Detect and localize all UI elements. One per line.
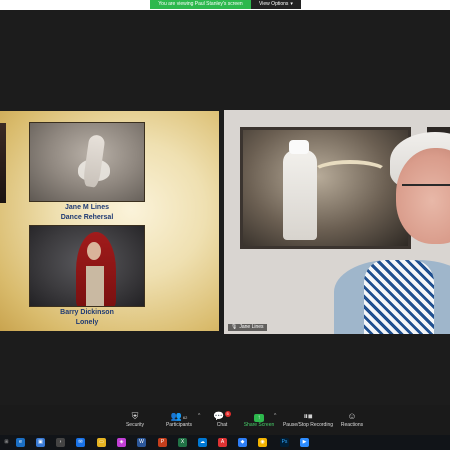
participants-count: 62	[182, 415, 188, 420]
participant-video[interactable]: 🎙 Jane Lines	[224, 110, 450, 334]
app-icon[interactable]: ›	[56, 438, 65, 447]
onedrive-icon[interactable]: ☁	[198, 438, 207, 447]
participants-button[interactable]: 👥62 Participants	[162, 411, 196, 429]
powerpoint-icon[interactable]: P	[158, 438, 167, 447]
participants-label: Participants	[165, 422, 193, 428]
pause-stop-icon: ⏸⏹	[303, 411, 313, 421]
participant-name: Jane Lines	[239, 324, 264, 330]
shared-slide: Jane M Lines Dance Rehersal Barry Dickin…	[0, 111, 219, 331]
dough-strand	[311, 160, 389, 186]
photo-author: Jane M Lines	[65, 204, 109, 211]
reactions-button[interactable]: ☺ Reactions	[340, 411, 364, 429]
screen-share-banner: You are viewing Paul Stanley's screen	[150, 0, 251, 9]
photo-title: Dance Rehersal	[60, 214, 114, 221]
figure-face	[87, 242, 101, 260]
photo-dance-rehersal	[29, 122, 145, 202]
chat-icon: 💬 5	[213, 411, 231, 421]
shield-icon: ⛨	[131, 411, 139, 421]
chat-label: Chat	[216, 422, 228, 428]
folder-icon[interactable]: ▭	[97, 438, 106, 447]
security-label: Security	[125, 422, 145, 428]
participant-scarf	[364, 260, 434, 334]
figure-dress	[86, 266, 104, 306]
meeting-controls: ⛨ Security 👥62 Participants ^ 💬 5 Chat ↑ …	[0, 405, 450, 435]
word-icon[interactable]: W	[137, 438, 146, 447]
security-button[interactable]: ⛨ Security	[122, 411, 148, 429]
share-options-caret[interactable]: ^	[274, 413, 276, 419]
edge-icon[interactable]: e	[16, 438, 25, 447]
record-label: Pause/Stop Recording	[282, 422, 334, 428]
chrome-icon[interactable]: ◉	[258, 438, 267, 447]
mail-icon[interactable]: ✉	[76, 438, 85, 447]
top-bar: You are viewing Paul Stanley's screen Vi…	[0, 0, 450, 10]
share-screen-icon: ↑	[242, 411, 276, 422]
photoshop-icon[interactable]: Ps	[280, 438, 289, 447]
share-screen-button[interactable]: ↑ Share Screen	[242, 411, 276, 429]
chat-unread-badge: 5	[224, 411, 231, 417]
participants-icon: 👥62	[170, 411, 188, 421]
photo-author: Barry Dickinson	[60, 309, 114, 316]
chef-figure	[283, 150, 317, 240]
store-icon[interactable]: ▣	[36, 438, 45, 447]
wall-picture	[240, 127, 411, 249]
chevron-down-icon: ▾	[290, 1, 293, 7]
record-button[interactable]: ⏸⏹ Pause/Stop Recording	[282, 411, 334, 429]
share-screen-label: Share Screen	[243, 422, 275, 428]
zoom-icon[interactable]: ▶	[300, 438, 309, 447]
photo-lonely	[29, 225, 145, 307]
photos-icon[interactable]: ◈	[117, 438, 126, 447]
participant-name-tag: 🎙 Jane Lines	[228, 324, 267, 331]
microphone-icon: 🎙	[231, 324, 238, 330]
chat-button[interactable]: 💬 5 Chat	[212, 411, 232, 429]
excel-icon[interactable]: X	[178, 438, 187, 447]
smiley-icon: ☺	[347, 411, 357, 421]
photo-title: Lonely	[75, 319, 99, 326]
layers-icon[interactable]: ◆	[238, 438, 247, 447]
participants-options-caret[interactable]: ^	[198, 413, 200, 419]
cropped-photo	[0, 123, 6, 203]
photo-caption: Jane M Lines Dance Rehersal	[7, 203, 167, 223]
reactions-label: Reactions	[340, 422, 364, 428]
acrobat-icon[interactable]: A	[218, 438, 227, 447]
photo-caption: Barry Dickinson Lonely	[7, 308, 167, 328]
start-icon[interactable]: ⊞	[2, 438, 11, 447]
windows-taskbar: ⊞ e ▣ › ✉ ▭ ◈ W P X ☁ A ◆ ◉ Ps ▶	[0, 435, 450, 450]
view-options-label: View Options	[259, 1, 289, 7]
view-options-button[interactable]: View Options ▾	[251, 0, 301, 9]
chef-hat	[289, 140, 309, 154]
participant-glasses	[402, 184, 450, 200]
